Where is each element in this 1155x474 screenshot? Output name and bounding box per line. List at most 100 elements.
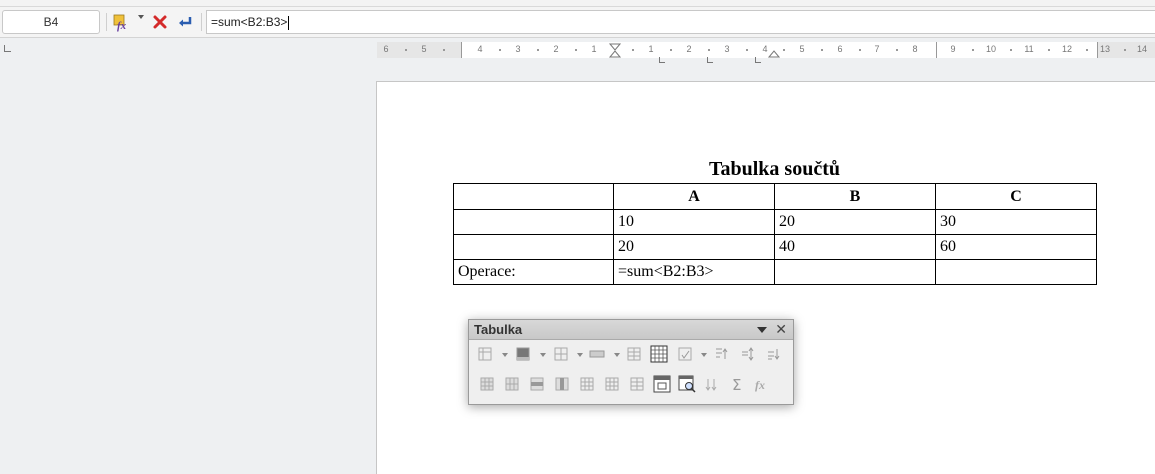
svg-text:fx: fx: [117, 20, 127, 32]
table-cell[interactable]: 10: [613, 209, 775, 235]
ruler-dot: [708, 49, 710, 51]
align-center-vertical-icon[interactable]: [737, 344, 757, 364]
insert-rows-above-icon[interactable]: [477, 374, 497, 394]
table-cell[interactable]: 30: [935, 209, 1097, 235]
ruler-label: 6: [837, 44, 843, 54]
ruler-label: 4: [762, 44, 768, 54]
ruler-dot: [537, 49, 539, 51]
accept-button[interactable]: [174, 11, 196, 33]
toolbar-titlebar[interactable]: Tabulka: [469, 320, 793, 340]
toolbar-title: Tabulka: [474, 322, 523, 337]
formula-input[interactable]: =sum<B2:B3>: [206, 10, 1155, 34]
table-cell[interactable]: 40: [774, 234, 936, 260]
ruler-dot: [859, 49, 861, 51]
table-cell[interactable]: [453, 183, 614, 210]
horizontal-ruler[interactable]: 6 5 4 3 2 1 1 2 3 4 5 6 7 8 9 10 11 12 1…: [377, 42, 1155, 63]
ruler-border: [1097, 42, 1098, 58]
ruler-label: 8: [912, 44, 918, 54]
ruler-label: 10: [985, 44, 997, 54]
table-cell[interactable]: [935, 259, 1097, 285]
align-bottom-icon[interactable]: [763, 344, 783, 364]
insert-columns-icon[interactable]: [502, 374, 522, 394]
select-row-icon[interactable]: [627, 374, 647, 394]
dropdown-arrow-icon[interactable]: [502, 353, 508, 357]
table-cell[interactable]: [453, 209, 614, 235]
borders-icon[interactable]: [513, 344, 533, 364]
table-cell[interactable]: B: [774, 183, 936, 210]
table-dialog-icon[interactable]: [652, 374, 672, 394]
table-cell[interactable]: [453, 234, 614, 260]
toolbar-close-icon[interactable]: ✕: [775, 322, 787, 338]
ruler-label: 7: [874, 44, 880, 54]
table-cell[interactable]: 20: [774, 209, 936, 235]
delete-columns-icon[interactable]: [552, 374, 572, 394]
ruler-label: 1: [648, 44, 654, 54]
dropdown-arrow-icon[interactable]: [701, 353, 707, 357]
select-table-icon[interactable]: [577, 374, 597, 394]
ruler-dot: [1010, 49, 1012, 51]
table-cell[interactable]: A: [613, 183, 775, 210]
table-search-icon[interactable]: [677, 374, 697, 394]
ruler-dot: [499, 49, 501, 51]
ruler-label: 9: [950, 44, 956, 54]
ruler-label: 6: [383, 44, 389, 54]
cancel-button[interactable]: [149, 11, 171, 33]
border-color-icon[interactable]: [587, 344, 607, 364]
ruler-label: 2: [686, 44, 692, 54]
formula-icon[interactable]: fx: [752, 374, 772, 394]
formula-button[interactable]: fx: [111, 11, 133, 33]
table-title: Tabulka součtů: [709, 158, 840, 180]
ruler-dot: [443, 49, 445, 51]
ruler-label: 5: [799, 44, 805, 54]
sum-icon[interactable]: Σ: [727, 374, 747, 394]
table-cell[interactable]: C: [935, 183, 1097, 210]
ruler-dot: [783, 49, 785, 51]
ruler-dot: [632, 49, 634, 51]
delete-rows-icon[interactable]: [527, 374, 547, 394]
ruler-dot: [1124, 49, 1126, 51]
dropdown-arrow-icon[interactable]: [577, 353, 583, 357]
table-grid-icon[interactable]: [649, 344, 669, 364]
ruler-dot: [1048, 49, 1050, 51]
ruler-label: 1: [591, 44, 597, 54]
name-box[interactable]: B4: [2, 10, 100, 34]
ruler-dot: [746, 49, 748, 51]
autoformat-icon[interactable]: [675, 344, 695, 364]
border-style-icon[interactable]: [551, 344, 571, 364]
select-column-icon[interactable]: [602, 374, 622, 394]
ruler-label: 3: [515, 44, 521, 54]
right-indent-icon[interactable]: [768, 43, 780, 58]
separator: [106, 13, 107, 31]
toolbar-menu-arrow-icon[interactable]: [757, 327, 767, 333]
align-top-icon[interactable]: [711, 344, 731, 364]
table-row: 10 20 30: [453, 209, 1097, 235]
table-properties-icon[interactable]: [624, 344, 644, 364]
ruler-label: 13: [1099, 44, 1111, 54]
formula-text: =sum<B2:B3>: [211, 15, 288, 29]
table-header-row: A B C: [453, 183, 1097, 210]
svg-text:fx: fx: [755, 378, 765, 392]
table-row: 20 40 60: [453, 234, 1097, 260]
tab-stop[interactable]: [707, 57, 713, 63]
table-cell[interactable]: 60: [935, 234, 1097, 260]
table-cell[interactable]: [774, 259, 936, 285]
table-cell[interactable]: =sum<B2:B3>: [613, 259, 775, 285]
ruler-dot: [896, 49, 898, 51]
dropdown-arrow-icon[interactable]: [540, 353, 546, 357]
tab-stop[interactable]: [755, 57, 761, 63]
tab-stop-selector[interactable]: [4, 45, 11, 52]
table-cell[interactable]: Operace:: [453, 259, 614, 285]
formula-dropdown-arrow[interactable]: [138, 15, 144, 19]
dropdown-arrow-icon[interactable]: [614, 353, 620, 357]
function-icon: fx: [113, 14, 127, 32]
tab-stop[interactable]: [659, 57, 665, 63]
document-table[interactable]: A B C 10 20 30 20 40 60 Operace: =sum<B2…: [453, 183, 1097, 285]
separator: [201, 13, 202, 31]
table-insert-icon[interactable]: [475, 344, 495, 364]
top-toolbar-edge: [0, 0, 1155, 7]
indent-hourglass-icon[interactable]: [609, 43, 621, 58]
table-cell[interactable]: 20: [613, 234, 775, 260]
sort-icon[interactable]: [702, 374, 722, 394]
table-row: Operace: =sum<B2:B3>: [453, 259, 1097, 285]
text-caret: [288, 15, 290, 30]
